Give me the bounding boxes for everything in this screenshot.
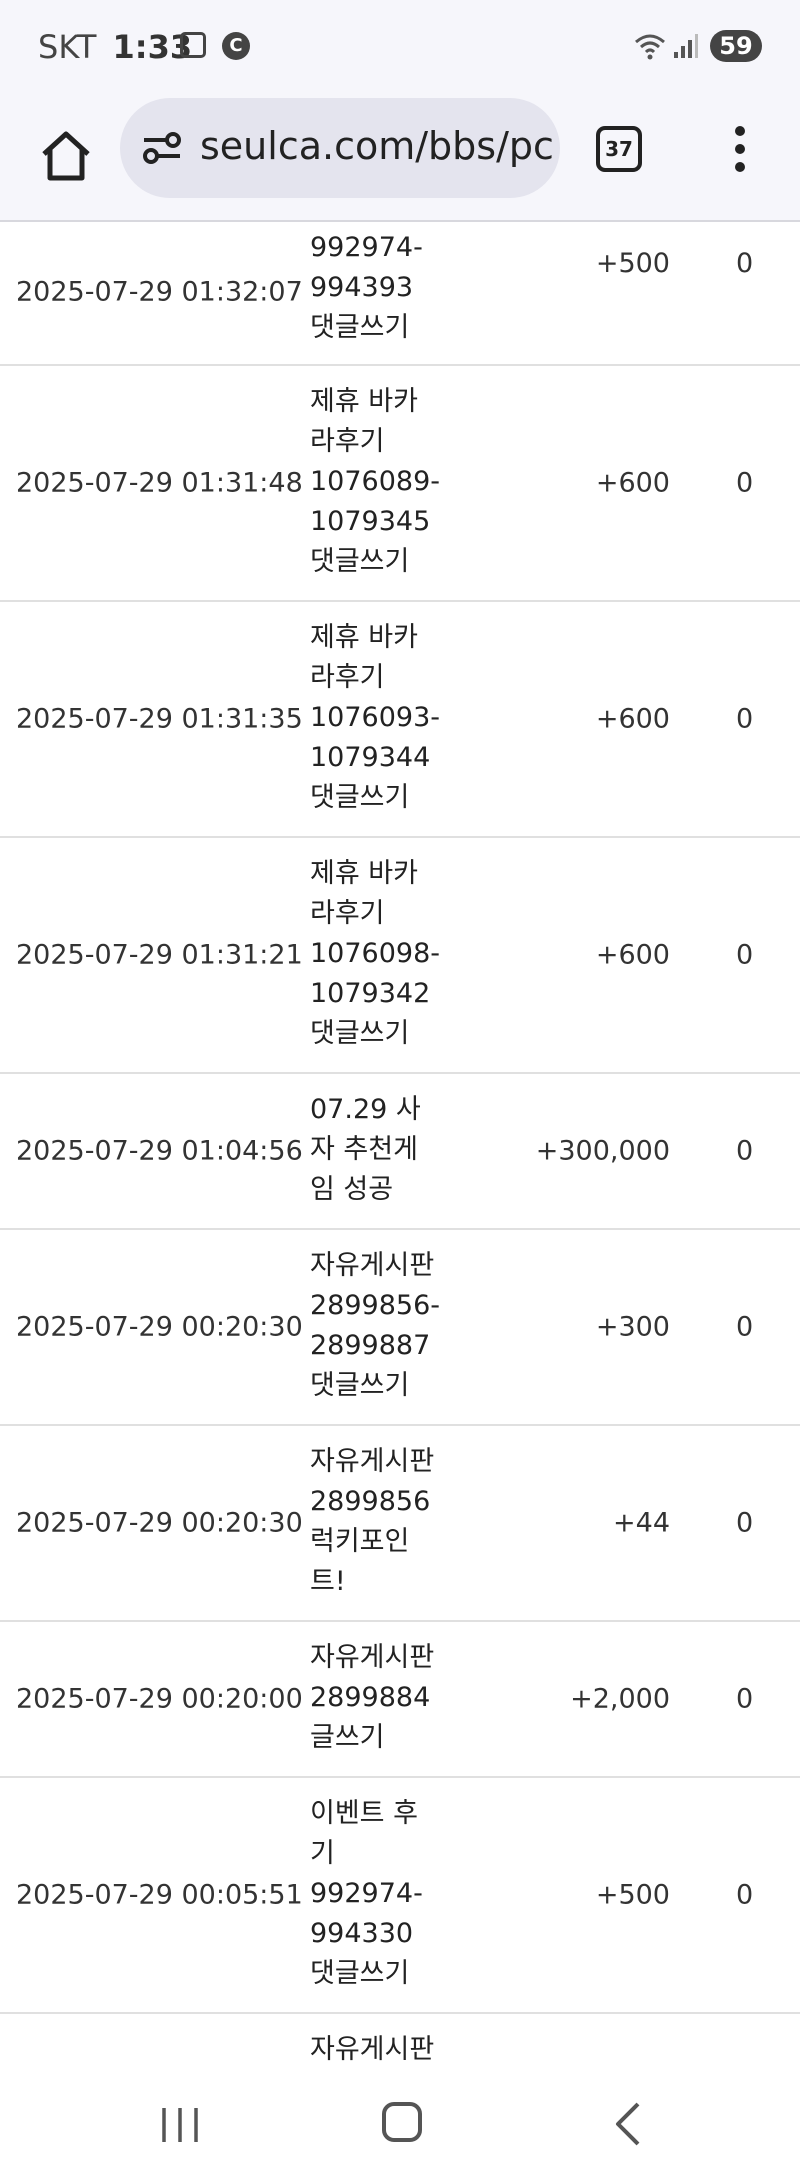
- row-balance: 0: [736, 1311, 754, 1343]
- table-row: 2025-07-29 00:20:30 자유게시판 2899856- 28998…: [0, 1230, 800, 1426]
- c-badge-icon: C: [222, 32, 250, 60]
- row-description[interactable]: 제휴 바카 라후기 1076093- 1079344 댓글쓰기: [310, 618, 440, 818]
- row-amount: +500: [595, 1879, 670, 1911]
- row-amount: +500: [595, 248, 670, 279]
- row-amount: +300,000: [535, 1135, 670, 1167]
- row-amount: +300: [595, 1311, 670, 1343]
- home-button-icon[interactable]: [382, 2102, 422, 2142]
- row-description[interactable]: 992974- 994393 댓글쓰기: [310, 228, 430, 348]
- row-amount: +44: [613, 1507, 670, 1539]
- row-amount: +600: [595, 703, 670, 735]
- point-history-table: 2025-07-29 01:32:07 992974- 994393 댓글쓰기 …: [0, 220, 800, 2064]
- row-description[interactable]: 자유게시판 2899856- 2899887 댓글쓰기: [310, 1246, 440, 1406]
- table-row: 2025-07-29 00:05:51 이벤트 후 기 992974- 9943…: [0, 1778, 800, 2014]
- row-description[interactable]: 자유게시판 2899856 럭키포인 트!: [310, 1442, 434, 1602]
- system-nav-bar: [0, 2064, 800, 2180]
- row-amount: +600: [595, 939, 670, 971]
- row-date: 2025-07-29 00:20:30: [16, 1311, 303, 1343]
- signal-icon: [674, 34, 698, 58]
- table-row: 2025-07-29 00:20:30 자유게시판 2899856 럭키포인 트…: [0, 1426, 800, 1622]
- row-amount: +2,000: [570, 1683, 670, 1715]
- row-balance: 0: [736, 467, 754, 499]
- row-balance: 0: [736, 703, 754, 735]
- back-icon[interactable]: [612, 2100, 642, 2148]
- browser-toolbar: seulca.com/bbs/pc 37: [0, 96, 800, 222]
- screenshot-icon: [180, 32, 206, 58]
- table-row: 자유게시판: [0, 2014, 800, 2064]
- carrier-label: SKT: [38, 28, 97, 66]
- row-balance: 0: [736, 1507, 754, 1539]
- row-balance: 0: [736, 1135, 754, 1167]
- row-amount: +600: [595, 467, 670, 499]
- row-date: 2025-07-29 01:32:07: [16, 276, 303, 308]
- row-balance: 0: [736, 1879, 754, 1911]
- table-row: 2025-07-29 00:20:00 자유게시판 2899884 글쓰기 +2…: [0, 1622, 800, 1778]
- row-date: 2025-07-29 01:31:35: [16, 703, 303, 735]
- tabs-button[interactable]: 37: [596, 126, 642, 172]
- more-menu-icon[interactable]: [728, 120, 752, 180]
- wifi-icon: [635, 34, 665, 60]
- address-bar[interactable]: seulca.com/bbs/pc: [120, 98, 560, 198]
- table-row: 2025-07-29 01:32:07 992974- 994393 댓글쓰기 …: [0, 220, 800, 366]
- row-description[interactable]: 자유게시판: [310, 2030, 434, 2064]
- table-row: 2025-07-29 01:31:35 제휴 바카 라후기 1076093- 1…: [0, 602, 800, 838]
- row-balance: 0: [736, 248, 754, 279]
- row-balance: 0: [736, 939, 754, 971]
- recent-apps-icon[interactable]: [160, 2104, 200, 2144]
- row-description[interactable]: 자유게시판 2899884 글쓰기: [310, 1638, 434, 1758]
- row-date: 2025-07-29 01:04:56: [16, 1135, 303, 1167]
- table-row: 2025-07-29 01:04:56 07.29 사 자 추천게 임 성공 +…: [0, 1074, 800, 1230]
- carrier-time: SKT 1:33: [38, 28, 192, 66]
- row-date: 2025-07-29 00:20:00: [16, 1683, 303, 1715]
- table-row: 2025-07-29 01:31:48 제휴 바카 라후기 1076089- 1…: [0, 366, 800, 602]
- row-date: 2025-07-29 00:20:30: [16, 1507, 303, 1539]
- status-bar: SKT 1:33 C 59: [0, 0, 800, 96]
- row-date: 2025-07-29 00:05:51: [16, 1879, 303, 1911]
- row-date: 2025-07-29 01:31:48: [16, 467, 303, 499]
- row-balance: 0: [736, 1683, 754, 1715]
- home-icon[interactable]: [34, 124, 98, 188]
- row-description[interactable]: 07.29 사 자 추천게 임 성공: [310, 1090, 430, 1210]
- row-date: 2025-07-29 01:31:21: [16, 939, 303, 971]
- url-text: seulca.com/bbs/pc: [200, 124, 554, 168]
- battery-icon: 59: [710, 30, 762, 62]
- row-description[interactable]: 제휴 바카 라후기 1076089- 1079345 댓글쓰기: [310, 382, 440, 582]
- table-row: 2025-07-29 01:31:21 제휴 바카 라후기 1076098- 1…: [0, 838, 800, 1074]
- row-description[interactable]: 제휴 바카 라후기 1076098- 1079342 댓글쓰기: [310, 854, 440, 1054]
- site-settings-icon[interactable]: [140, 128, 184, 168]
- row-description[interactable]: 이벤트 후 기 992974- 994330 댓글쓰기: [310, 1794, 430, 1994]
